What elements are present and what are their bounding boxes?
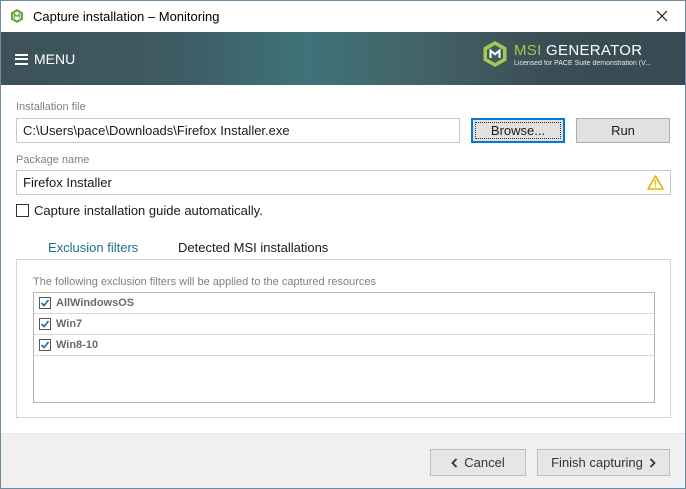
filter-item-win7[interactable]: Win7 xyxy=(34,314,654,335)
package-name-label: Package name xyxy=(16,154,90,166)
capture-guide-checkbox[interactable]: Capture installation guide automatically… xyxy=(16,203,263,218)
focus-ring xyxy=(475,122,561,139)
finish-label: Finish capturing xyxy=(551,455,643,470)
checkbox-checked-icon xyxy=(39,339,51,351)
license-text: Licensed for PACE Suite demonstration (V… xyxy=(514,60,651,67)
exclusion-filter-list: AllWindowsOS Win7 Win8-10 xyxy=(33,292,655,403)
brand-name: GENERATOR xyxy=(546,42,643,59)
browse-button[interactable]: Browse... xyxy=(471,118,565,143)
close-button[interactable] xyxy=(639,1,685,31)
window-title: Capture installation – Monitoring xyxy=(33,9,220,24)
exclusion-filters-panel: The following exclusion filters will be … xyxy=(16,259,671,418)
checkbox-checked-icon xyxy=(39,297,51,309)
warning-icon xyxy=(647,175,664,190)
filter-item-win8-10[interactable]: Win8-10 xyxy=(34,335,654,356)
filter-label: Win7 xyxy=(56,318,83,330)
capture-installation-window: Capture installation – Monitoring MENU M… xyxy=(0,0,686,489)
header-band: MENU MSI GENERATOR Licensed for PACE Sui… xyxy=(1,32,685,85)
cancel-button[interactable]: Cancel xyxy=(430,449,526,476)
finish-capturing-button[interactable]: Finish capturing xyxy=(537,449,670,476)
tab-detected-msi-installations[interactable]: Detected MSI installations xyxy=(178,240,328,255)
footer-bar: Cancel Finish capturing xyxy=(1,433,685,488)
brand-title: MSI GENERATOR xyxy=(514,42,642,59)
menu-label: MENU xyxy=(34,51,76,67)
exclusion-description: The following exclusion filters will be … xyxy=(33,276,377,288)
filter-label: AllWindowsOS xyxy=(56,297,135,309)
menu-button[interactable]: MENU xyxy=(15,51,75,67)
app-icon xyxy=(11,9,23,23)
hamburger-icon xyxy=(15,53,28,65)
filter-item-allwindowsos[interactable]: AllWindowsOS xyxy=(34,293,654,314)
capture-guide-label: Capture installation guide automatically… xyxy=(34,203,263,218)
msi-generator-logo-icon xyxy=(483,41,507,67)
installation-file-label: Installation file xyxy=(16,101,86,113)
checkbox-box xyxy=(16,204,29,217)
chevron-right-icon xyxy=(649,457,656,468)
filter-label: Win8-10 xyxy=(56,339,99,351)
brand-prefix: MSI xyxy=(514,42,542,59)
package-name-input[interactable]: Firefox Installer xyxy=(16,170,671,195)
installation-file-input[interactable]: C:\Users\pace\Downloads\Firefox Installe… xyxy=(16,118,460,143)
tab-exclusion-filters[interactable]: Exclusion filters xyxy=(48,240,138,255)
chevron-left-icon xyxy=(451,457,458,468)
run-button[interactable]: Run xyxy=(576,118,670,143)
checkbox-checked-icon xyxy=(39,318,51,330)
title-bar: Capture installation – Monitoring xyxy=(1,1,685,32)
close-icon xyxy=(656,10,668,22)
cancel-label: Cancel xyxy=(464,455,505,470)
run-label: Run xyxy=(611,123,635,138)
